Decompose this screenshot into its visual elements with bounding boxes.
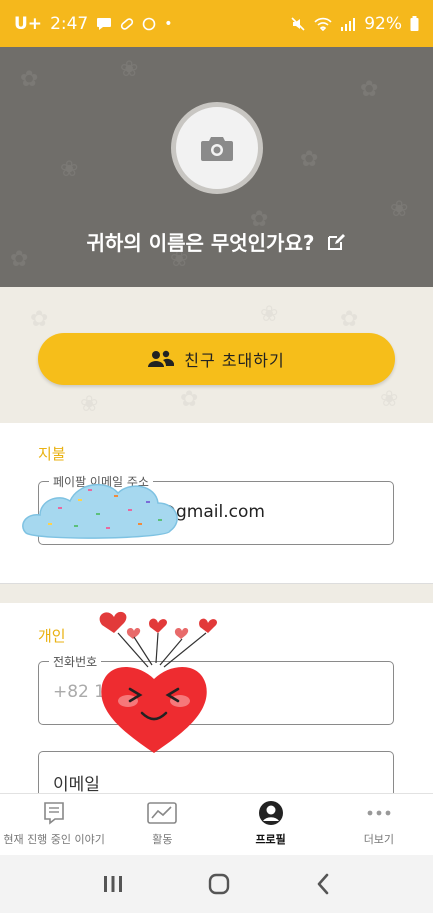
invite-area: ✿❀✿ ❀✿❀ 친구 초대하기 [0, 287, 433, 423]
nav-current-stories[interactable]: 현재 진행 중인 이야기 [0, 794, 108, 855]
name-row[interactable]: 귀하의 이름은 무엇인가요? [0, 227, 433, 256]
payment-section: 지불 페이팔 이메일 주소 @gmail.com [0, 423, 433, 583]
personal-section: 개인 전화번호 +82 1 이메일 [0, 603, 433, 803]
people-icon [148, 350, 175, 367]
time-label: 2:47 [50, 13, 89, 34]
activity-chart-icon [147, 802, 178, 824]
nav-current-stories-label: 현재 진행 중인 이야기 [3, 833, 105, 846]
nav-activity[interactable]: 활동 [108, 794, 216, 855]
phone-value[interactable]: +82 1 [53, 682, 105, 702]
recent-apps-icon[interactable] [102, 874, 124, 894]
profile-icon [258, 801, 283, 825]
nav-activity-label: 활동 [152, 833, 173, 846]
notification-dot: • [164, 15, 173, 32]
status-left: U+ 2:47 • [14, 14, 173, 34]
more-dots-icon [367, 810, 391, 816]
pill-icon [121, 17, 134, 30]
personal-title: 개인 [38, 627, 66, 645]
section-divider [0, 583, 433, 603]
bottom-navigation: 현재 진행 중인 이야기 활동 프로필 더보기 [0, 793, 433, 855]
paypal-email-label: 페이팔 이메일 주소 [49, 473, 153, 490]
invite-label: 친구 초대하기 [184, 351, 285, 370]
paypal-email-field[interactable]: 페이팔 이메일 주소 @gmail.com [38, 473, 394, 545]
battery-percent: 92% [364, 13, 402, 34]
mute-icon [291, 16, 305, 31]
camera-icon [201, 137, 233, 161]
edit-icon[interactable] [326, 232, 346, 252]
nav-more-label: 더보기 [363, 833, 395, 846]
back-icon[interactable] [315, 873, 331, 895]
phone-label: 전화번호 [49, 653, 102, 670]
profile-photo-button[interactable] [171, 102, 263, 194]
invite-friends-button[interactable]: 친구 초대하기 [38, 333, 395, 385]
nav-profile-label: 프로필 [255, 833, 286, 846]
email-label: 이메일 [53, 775, 100, 795]
wifi-icon [314, 17, 332, 31]
status-bar: U+ 2:47 • 92% [0, 0, 433, 47]
status-right: 92% [290, 14, 419, 34]
name-prompt[interactable]: 귀하의 이름은 무엇인가요? [87, 227, 315, 256]
payment-title: 지불 [38, 445, 66, 463]
system-navigation-bar [0, 855, 433, 913]
chat-story-icon [44, 802, 64, 825]
home-icon[interactable] [208, 873, 230, 895]
paypal-email-value[interactable]: @gmail.com [159, 502, 265, 522]
battery-icon [410, 16, 419, 31]
phone-field[interactable]: 전화번호 +82 1 [38, 653, 394, 725]
carrier-label: U+ [14, 13, 43, 34]
nav-more[interactable]: 더보기 [325, 794, 433, 855]
chat-notification-icon [97, 17, 112, 30]
signal-icon [341, 17, 356, 31]
app-notification-icon [142, 17, 156, 30]
nav-profile[interactable]: 프로필 [217, 794, 325, 855]
profile-header: ✿ ❀ ✿ ❀ ✿ ❀ ✿ ❀ ✿ 귀하의 이름은 무엇인가요? [0, 47, 433, 287]
